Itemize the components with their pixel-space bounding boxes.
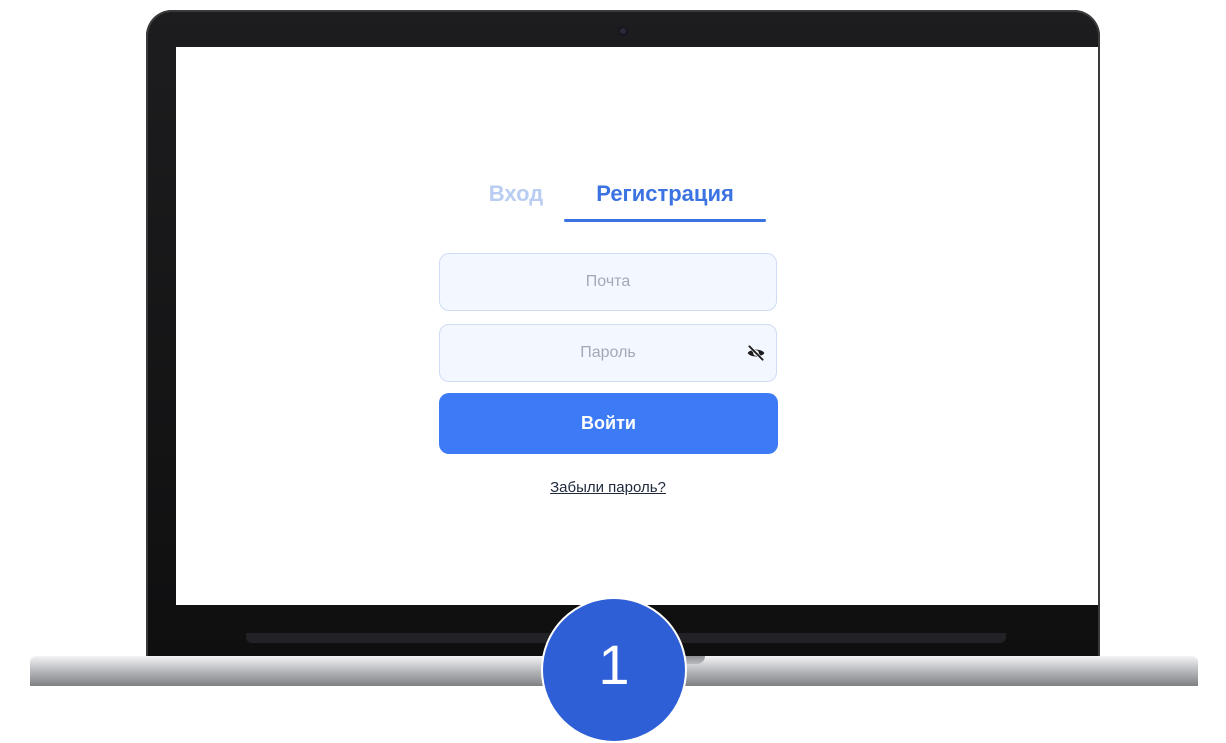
login-button[interactable]: Войти xyxy=(439,393,778,454)
active-tab-indicator xyxy=(564,219,766,222)
step-badge: 1 xyxy=(541,597,687,743)
eye-off-icon[interactable] xyxy=(746,343,766,363)
email-placeholder: Почта xyxy=(585,273,631,290)
camera-icon xyxy=(618,26,628,36)
forgot-password-link[interactable]: Забыли пароль? xyxy=(476,479,740,496)
screen: Вход Регистрация Почта Пароль Войти Забы… xyxy=(176,47,1098,605)
step-number: 1 xyxy=(598,633,630,696)
password-field[interactable]: Пароль xyxy=(439,324,777,382)
auth-tabs: Вход Регистрация xyxy=(456,173,786,223)
tab-register[interactable]: Регистрация xyxy=(564,173,766,223)
email-field[interactable]: Почта xyxy=(439,253,777,311)
tab-login[interactable]: Вход xyxy=(466,173,566,223)
password-placeholder: Пароль xyxy=(580,344,636,361)
